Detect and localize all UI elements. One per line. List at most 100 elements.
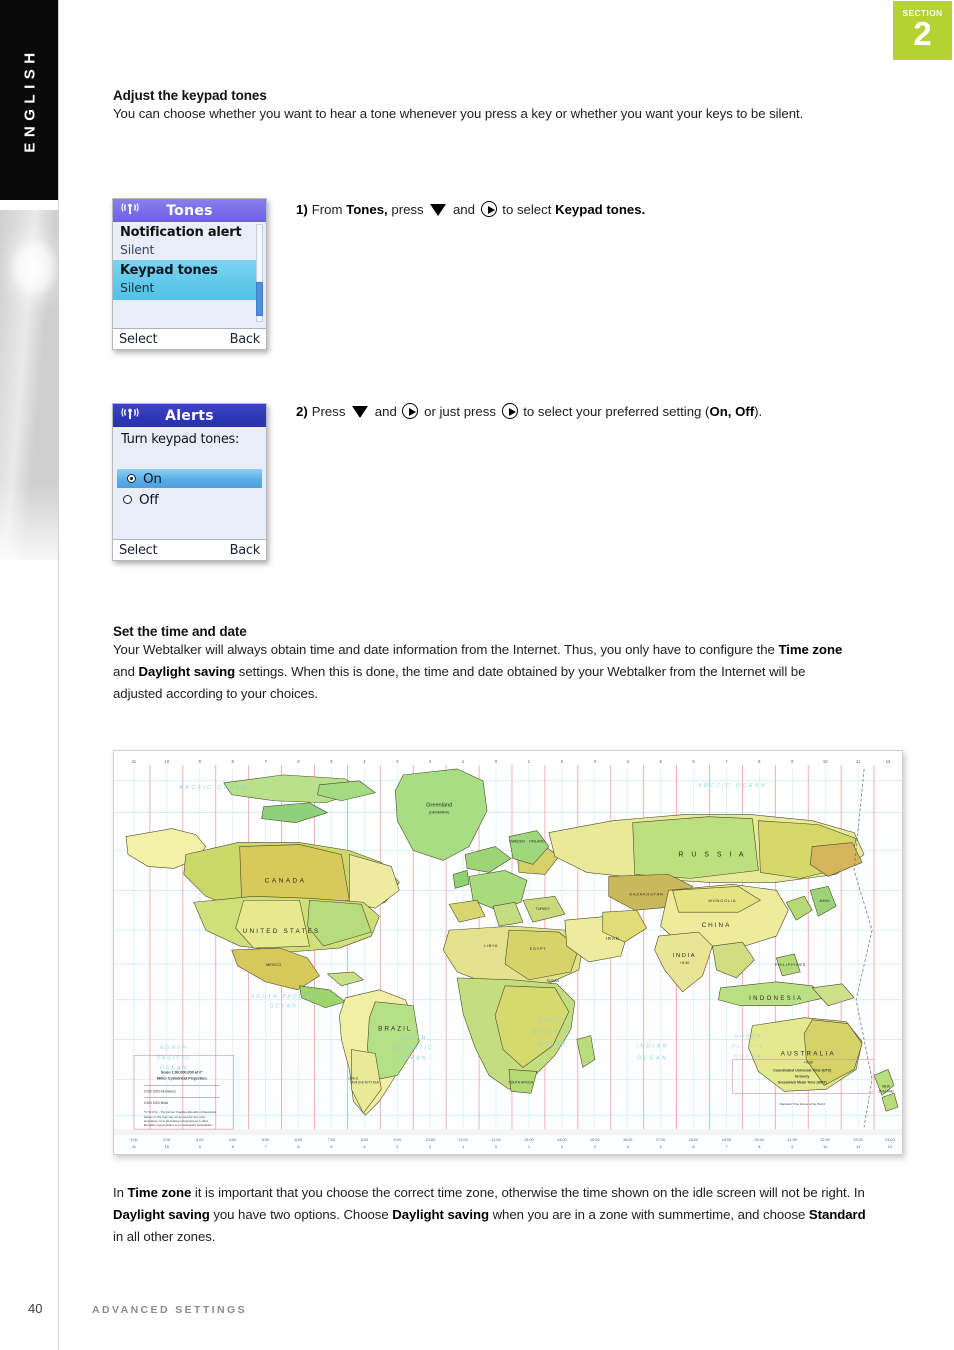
svg-text:7: 7	[265, 1144, 267, 1149]
step-1-instruction: 1) From Tones, press and to select Keypad…	[296, 200, 645, 220]
svg-text:10: 10	[823, 1144, 828, 1149]
section-badge-number: 2	[913, 15, 932, 52]
svg-text:BRAZIL: BRAZIL	[378, 1026, 412, 1033]
svg-text:2: 2	[561, 1144, 563, 1149]
step-2-text-b: and	[371, 404, 401, 419]
phone-screenshot-tones: Tones Notification alert Silent Keypad t…	[112, 198, 267, 350]
svg-text:NORTH: NORTH	[160, 1046, 188, 1052]
radio-icon	[127, 474, 136, 483]
svg-text:+5:30: +5:30	[680, 961, 690, 965]
step-1-bold-tones: Tones,	[346, 202, 388, 217]
svg-text:2: 2	[429, 1144, 431, 1149]
svg-text:MEXICO: MEXICO	[266, 963, 281, 967]
closing-time-zone-term: Time zone	[127, 1185, 192, 1200]
svg-text:MONGOLIA: MONGOLIA	[709, 898, 737, 903]
step-1-text-d: to select	[498, 202, 556, 217]
page-footer: 40 ADVANCED SETTINGS	[0, 1301, 954, 1323]
sidebar-photo	[0, 210, 59, 560]
svg-text:formerly: formerly	[795, 1074, 809, 1078]
list-item-value: Silent	[120, 242, 155, 257]
softkey-back[interactable]: Back	[230, 543, 261, 558]
radio-option-off[interactable]: Off	[113, 490, 266, 509]
svg-text:1:00: 1:00	[130, 1138, 137, 1142]
svg-text:R U S S I A: R U S S I A	[678, 851, 746, 858]
triangle-down-icon	[352, 406, 369, 418]
list-item[interactable]: Keypad tones Silent	[113, 260, 256, 300]
svg-text:CHINA: CHINA	[702, 922, 732, 929]
svg-text:OCEAN: OCEAN	[399, 1055, 427, 1061]
softkey-select[interactable]: Select	[119, 543, 158, 558]
step-2-text-a: Press	[311, 404, 350, 419]
closing-text-d: you have two options. Choose	[209, 1207, 393, 1223]
step-1-text-a: From	[311, 202, 347, 217]
softkey-select[interactable]: Select	[119, 332, 158, 347]
svg-text:Greenwich Mean Time (GMT): Greenwich Mean Time (GMT)	[778, 1080, 828, 1084]
softkey-back[interactable]: Back	[230, 332, 261, 347]
svg-text:14:00: 14:00	[557, 1138, 566, 1142]
section-badge: SECTION 2	[893, 1, 952, 60]
language-tab-label: ENGLISH	[21, 47, 38, 153]
circle-right-arrow-icon	[402, 403, 419, 419]
radio-icon	[123, 495, 132, 504]
svg-text:EGYPT: EGYPT	[530, 946, 546, 951]
time-zone-closing-body: In Time zone it is important that you ch…	[113, 1182, 873, 1249]
circle-right-arrow-icon	[480, 201, 497, 217]
phone-titlebar-alerts: Alerts	[113, 404, 266, 427]
svg-text:11:00: 11:00	[459, 1138, 468, 1142]
svg-text:SOUTH PACIFIC: SOUTH PACIFIC	[251, 994, 317, 1000]
phone-screenshot-alerts: Alerts Turn keypad tones: On Off Select …	[112, 403, 267, 561]
svg-text:17:00: 17:00	[656, 1138, 665, 1142]
footer-page-number: 40	[28, 1301, 43, 1316]
svg-text:8:00: 8:00	[361, 1138, 368, 1142]
svg-text:22:00: 22:00	[820, 1138, 829, 1142]
svg-text:0 500 1000 Miles: 0 500 1000 Miles	[144, 1101, 169, 1105]
closing-standard-term: Standard	[808, 1207, 866, 1223]
svg-text:OCEAN: OCEAN	[539, 1042, 567, 1048]
svg-text:11: 11	[132, 759, 137, 764]
world-time-zone-map: CANADA UNITED STATES Greenland (DENMARK)…	[113, 750, 903, 1155]
svg-text:SOUTH: SOUTH	[539, 1018, 567, 1024]
svg-text:Coordinated Universal Time (UT: Coordinated Universal Time (UTC)	[773, 1068, 832, 1072]
scrollbar-thumb[interactable]	[256, 282, 263, 316]
list-item-label: Notification alert	[120, 225, 242, 240]
step-2-text-c: or just press	[420, 404, 500, 419]
footer-section-label: ADVANCED SETTINGS	[92, 1304, 247, 1316]
svg-text:INDIAN: INDIAN	[636, 1044, 669, 1050]
step-1-text-b: press	[387, 202, 428, 217]
phone-screen-tones-body: Notification alert Silent Keypad tones S…	[113, 222, 266, 328]
svg-text:LIBYA: LIBYA	[484, 943, 498, 948]
step-2-text-e: ).	[754, 404, 763, 419]
list-item[interactable]: Notification alert Silent	[113, 222, 266, 258]
manual-page: ENGLISH SECTION 2 Adjust the keypad tone…	[0, 0, 954, 1350]
closing-text-f: in all other zones.	[113, 1229, 216, 1245]
triangle-down-icon	[430, 204, 447, 216]
svg-text:NORTH: NORTH	[735, 1034, 763, 1040]
svg-text:2:00: 2:00	[163, 1138, 170, 1142]
radio-option-on[interactable]: On	[117, 469, 262, 488]
phone-softkey-bar-tones: Select Back	[113, 328, 266, 349]
svg-text:KAZAKHSTAN: KAZAKHSTAN	[630, 891, 664, 896]
phone-titlebar-tones: Tones	[113, 199, 266, 222]
svg-text:10:00: 10:00	[425, 1138, 434, 1142]
svg-text:19:00: 19:00	[722, 1138, 731, 1142]
svg-text:7: 7	[725, 1144, 727, 1149]
list-item-label: Keypad tones	[120, 263, 218, 278]
svg-text:NEW: NEW	[882, 1084, 891, 1088]
step-1-text-c: and	[449, 202, 479, 217]
svg-text:24:00: 24:00	[885, 1138, 894, 1142]
svg-text:OCEAN: OCEAN	[735, 1053, 763, 1059]
svg-text:9:00: 9:00	[394, 1138, 401, 1142]
svg-text:IRAN: IRAN	[606, 936, 620, 941]
time-zone-closing-section: In Time zone it is important that you ch…	[113, 1182, 873, 1249]
svg-text:(DENMARK): (DENMARK)	[429, 811, 449, 815]
svg-text:FINLAND: FINLAND	[529, 840, 545, 844]
svg-text:12: 12	[886, 759, 891, 764]
time-date-section: Set the time and date Your Webtalker wil…	[113, 624, 853, 706]
svg-text:0 500 1000 Kilom: 0 500 1000 Kilometers	[144, 1089, 176, 1093]
svg-text:10: 10	[823, 759, 828, 764]
keypad-tones-body: You can choose whether you want to hear …	[113, 103, 858, 125]
svg-text:ZEALAND: ZEALAND	[878, 1089, 894, 1093]
svg-text:PACIFIC: PACIFIC	[157, 1055, 191, 1061]
keypad-tones-body-line2: to be silent.	[736, 106, 804, 121]
svg-text:Miller Cylindrical Projection: Miller Cylindrical Projection	[157, 1076, 207, 1080]
